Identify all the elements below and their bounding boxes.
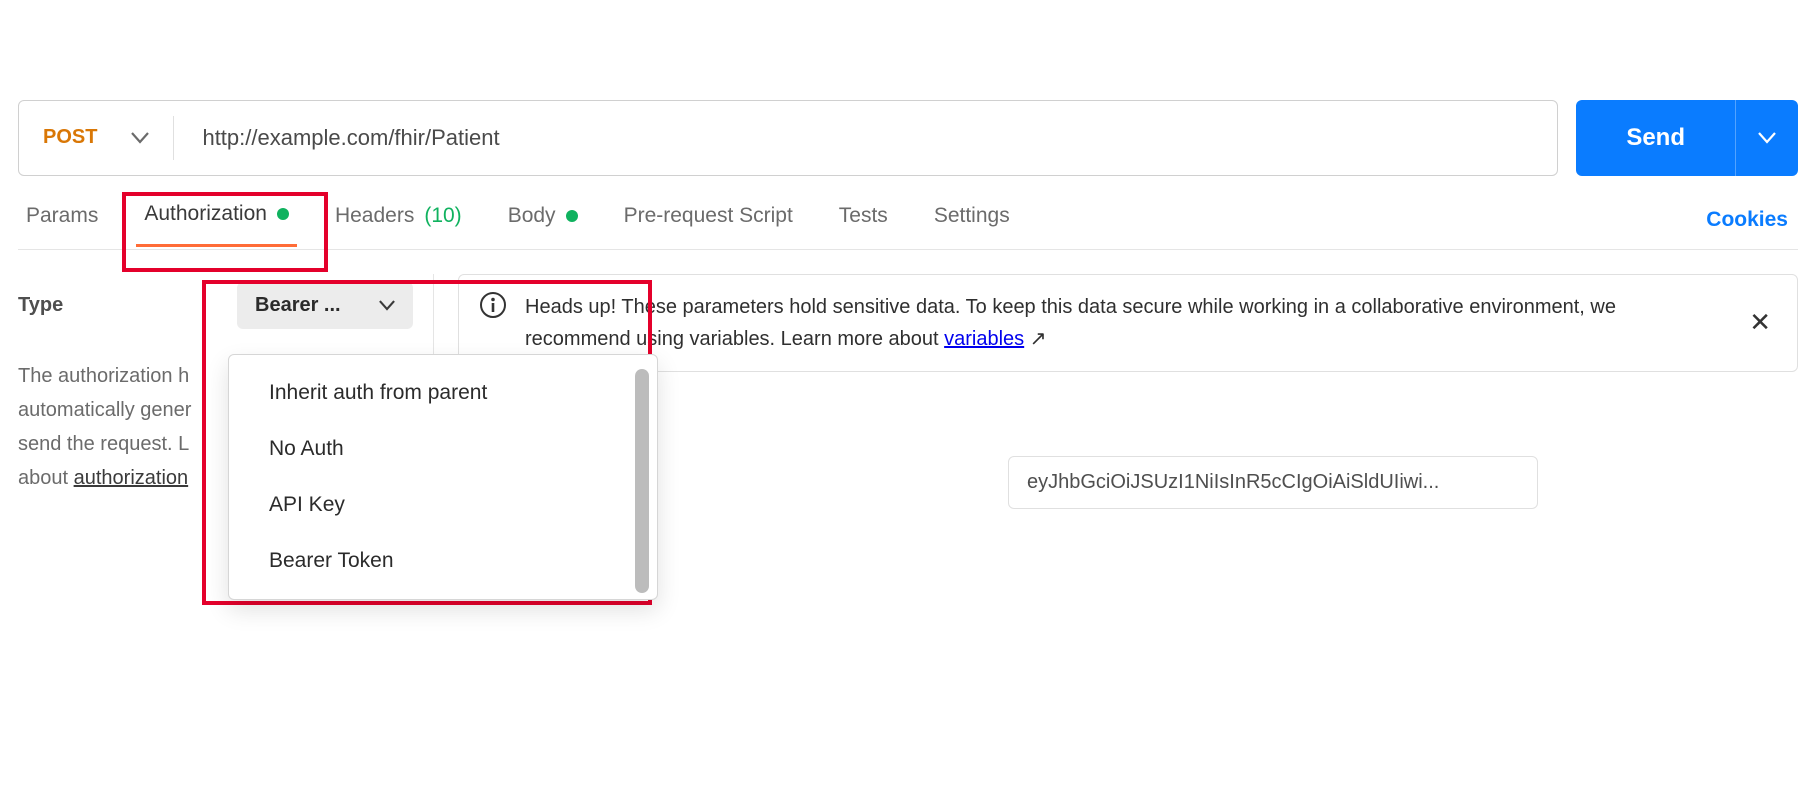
chevron-down-icon (131, 132, 149, 144)
external-arrow-icon: ↗ (1030, 328, 1047, 350)
url-box: POST (18, 100, 1558, 176)
send-button[interactable]: Send (1576, 100, 1735, 176)
variables-link[interactable]: variables (944, 328, 1024, 350)
auth-type-label: Type (18, 294, 63, 317)
tab-body[interactable]: Body (500, 194, 586, 246)
request-bar: POST Send (18, 100, 1798, 176)
send-label: Send (1626, 124, 1685, 152)
authorization-help-link[interactable]: authorization (74, 467, 189, 489)
tab-params[interactable]: Params (18, 194, 106, 246)
auth-type-row: Type Bearer ... (18, 274, 423, 359)
url-input[interactable] (174, 125, 1557, 151)
auth-option-apikey[interactable]: API Key (229, 477, 657, 533)
auth-panel: Type Bearer ... The authorization h auto… (18, 274, 1798, 509)
http-method-select[interactable]: POST (19, 116, 174, 160)
http-method-label: POST (43, 126, 97, 149)
auth-left-column: Type Bearer ... The authorization h auto… (18, 274, 434, 509)
tab-prerequest[interactable]: Pre-request Script (616, 194, 801, 246)
token-input[interactable]: eyJhbGciOiJSUzI1NiIsInR5cCIgOiAiSldUIiwi… (1008, 456, 1538, 509)
auth-type-selected: Bearer ... (255, 294, 341, 317)
notice-text: Heads up! These parameters hold sensitiv… (525, 291, 1725, 355)
auth-option-inherit[interactable]: Inherit auth from parent (229, 365, 657, 421)
auth-option-noauth[interactable]: No Auth (229, 421, 657, 477)
status-dot-icon (277, 208, 289, 220)
auth-type-select[interactable]: Bearer ... (237, 282, 413, 329)
chevron-down-icon (379, 300, 395, 311)
sensitive-data-notice: Heads up! These parameters hold sensitiv… (458, 274, 1798, 372)
tab-authorization[interactable]: Authorization (136, 192, 297, 247)
request-tabs: Params Authorization Headers (10) Body P… (18, 190, 1798, 250)
cookies-link[interactable]: Cookies (1706, 208, 1798, 232)
tab-headers[interactable]: Headers (10) (327, 194, 470, 246)
status-dot-icon (566, 210, 578, 222)
tab-settings[interactable]: Settings (926, 194, 1018, 246)
send-dropdown[interactable] (1735, 100, 1798, 176)
token-value: eyJhbGciOiJSUzI1NiIsInR5cCIgOiAiSldUIiwi… (1027, 471, 1439, 493)
auth-option-bearer[interactable]: Bearer Token (229, 533, 657, 589)
auth-type-dropdown: Inherit auth from parent No Auth API Key… (228, 354, 658, 600)
dropdown-scrollbar[interactable] (635, 369, 649, 593)
info-icon (479, 291, 507, 319)
tab-tests[interactable]: Tests (831, 194, 896, 246)
send-button-group: Send (1576, 100, 1798, 176)
chevron-down-icon (1758, 132, 1776, 144)
close-icon[interactable]: ✕ (1743, 300, 1777, 346)
